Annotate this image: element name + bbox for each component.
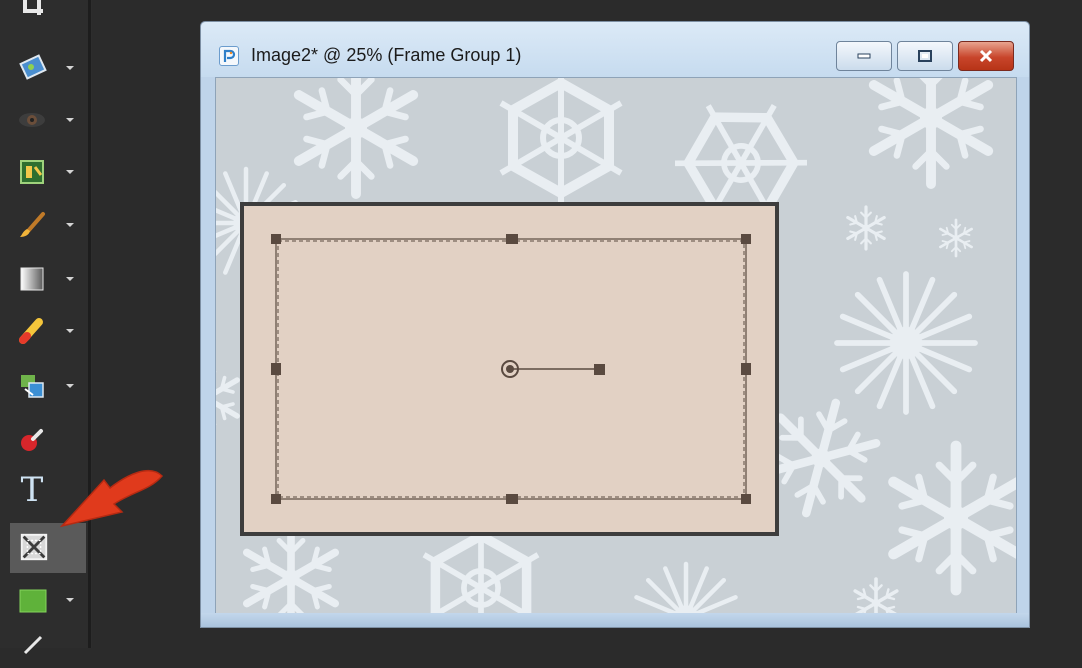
resize-handle-top-right[interactable]	[741, 234, 751, 244]
eye-icon	[16, 104, 48, 136]
minimize-icon	[857, 53, 871, 59]
pen-icon	[16, 632, 48, 664]
picture-tube-tool[interactable]	[14, 366, 76, 406]
pushpin-tool[interactable]	[14, 420, 76, 460]
window-titlebar[interactable]: Image2* @ 25% (Frame Group 1)	[201, 22, 1029, 77]
gradient-tool[interactable]	[14, 259, 76, 299]
rotation-handle[interactable]	[594, 364, 605, 375]
image-window[interactable]: Image2* @ 25% (Frame Group 1)	[200, 21, 1030, 628]
text-tool-label: T	[20, 470, 44, 510]
eraser-tool[interactable]	[14, 311, 76, 351]
maximize-icon	[918, 50, 932, 62]
chevron-down-icon[interactable]	[66, 598, 74, 602]
tools-toolbar: T	[0, 0, 92, 655]
chevron-down-icon[interactable]	[66, 384, 74, 388]
eraser-icon	[16, 315, 48, 347]
picture-tube-icon	[16, 370, 48, 402]
clone-tool[interactable]	[14, 152, 76, 192]
paint-brush-icon	[16, 209, 48, 241]
resize-handle-bottom[interactable]	[506, 494, 518, 504]
image-canvas[interactable]	[215, 77, 1017, 614]
canvas-artwork	[216, 78, 1016, 613]
close-icon	[979, 49, 993, 63]
resize-handle-left[interactable]	[271, 363, 281, 375]
rectangle-tool[interactable]	[14, 580, 76, 620]
chevron-down-icon[interactable]	[66, 223, 74, 227]
clone-icon	[16, 156, 48, 188]
window-title: Image2* @ 25% (Frame Group 1)	[251, 45, 522, 65]
close-button[interactable]	[958, 41, 1014, 71]
resize-handle-bottom-right[interactable]	[741, 494, 751, 504]
resize-handle-right[interactable]	[741, 363, 751, 375]
chevron-down-icon[interactable]	[66, 118, 74, 122]
minimize-button[interactable]	[836, 41, 892, 71]
crop-icon	[16, 0, 48, 20]
toolbar-divider	[88, 0, 91, 648]
frame-icon	[18, 531, 50, 563]
crop-tool[interactable]	[14, 0, 76, 24]
text-icon: T	[16, 470, 48, 510]
chevron-down-icon[interactable]	[66, 66, 74, 70]
gradient-icon	[16, 263, 48, 295]
pushpin-icon	[16, 424, 48, 456]
pen-tool[interactable]	[14, 628, 76, 668]
chevron-down-icon[interactable]	[66, 170, 74, 174]
straighten-tool[interactable]	[14, 48, 76, 88]
rectangle-icon	[16, 584, 48, 616]
maximize-button[interactable]	[897, 41, 953, 71]
annotation-arrow	[59, 470, 164, 528]
resize-handle-top[interactable]	[506, 234, 518, 244]
window-bottom-border	[201, 613, 1029, 627]
paint-brush-tool[interactable]	[14, 205, 76, 245]
resize-handle-top-left[interactable]	[271, 234, 281, 244]
chevron-down-icon[interactable]	[66, 329, 74, 333]
red-eye-tool[interactable]	[14, 100, 76, 140]
resize-handle-bottom-left[interactable]	[271, 494, 281, 504]
straighten-icon	[16, 52, 48, 84]
paintshop-pro-icon	[219, 46, 239, 66]
chevron-down-icon[interactable]	[66, 277, 74, 281]
